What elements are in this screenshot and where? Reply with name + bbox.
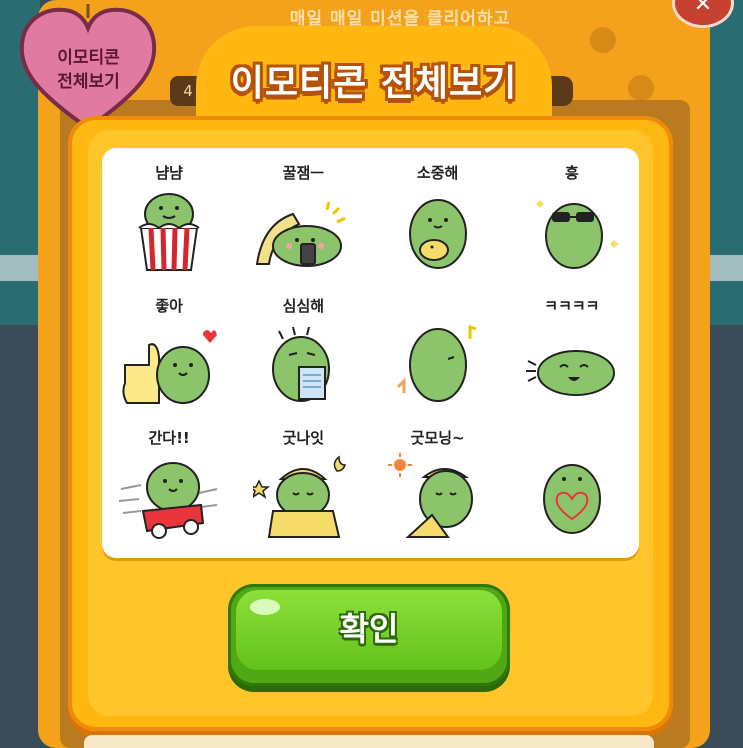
emoticon-sheet: 냠냠 꿀잼ㅡ 소중해 흥 좋아 심심해 ㅋㅋㅋㅋ 간다!! 굿나잇 굿모닝~	[102, 148, 639, 558]
frog-hug-duck-icon	[408, 199, 467, 269]
emoticon-item[interactable]	[505, 423, 639, 556]
emoticon-item[interactable]: 냠냠	[102, 158, 236, 291]
emoticon-label: 굿모닝~	[410, 429, 465, 448]
confirm-button[interactable]: 확인	[228, 584, 510, 686]
emoticon-label	[505, 429, 639, 447]
badge-label: 이모티콘 전체보기	[57, 48, 120, 92]
frog-back-dance-icon	[396, 324, 477, 402]
emoticon-item[interactable]: 굿모닝~	[371, 423, 505, 556]
confirm-button-label: 확인	[339, 610, 399, 648]
emoticon-label: 소중해	[416, 164, 459, 182]
emoticon-label: 굿나잇	[282, 429, 325, 448]
frog-sleep-icon	[253, 455, 347, 539]
emoticon-label: 꿀잼ㅡ	[282, 164, 325, 182]
background-right	[705, 0, 743, 748]
frog-wakeup-icon	[387, 453, 473, 539]
frog-car-icon	[119, 462, 218, 540]
emoticon-label	[371, 297, 505, 315]
emoticon-label: 간다!!	[148, 429, 190, 448]
frog-book-icon	[272, 326, 331, 402]
frog-laughing-icon	[525, 349, 615, 396]
frog-heart-icon	[542, 464, 601, 535]
emoticon-label: 냠냠	[155, 164, 183, 182]
modal-title: 이모티콘 전체보기	[230, 63, 518, 104]
emoticon-label: 좋아	[155, 296, 183, 315]
emoticon-item[interactable]: 좋아	[102, 291, 236, 424]
emoticon-item[interactable]: 굿나잇	[236, 423, 370, 556]
paw-icon: ●	[588, 18, 618, 58]
emoticon-label: 심심해	[282, 296, 325, 315]
emoticon-item[interactable]: 꿀잼ㅡ	[236, 158, 370, 291]
bottom-panel-edge	[84, 735, 654, 748]
emoticon-item[interactable]: 심심해	[236, 291, 370, 424]
emoticon-item[interactable]: 간다!!	[102, 423, 236, 556]
emoticon-label: ㅋㅋㅋㅋ	[544, 296, 600, 315]
emoticon-item[interactable]: 소중해	[371, 158, 505, 291]
frog-sunglasses-icon	[535, 200, 618, 269]
emoticon-label: 흥	[564, 164, 579, 182]
emoticon-grid: 냠냠 꿀잼ㅡ 소중해 흥 좋아 심심해 ㅋㅋㅋㅋ 간다!! 굿나잇 굿모닝~	[102, 158, 639, 556]
emoticon-badge[interactable]: 이모티콘 전체보기	[16, 0, 161, 132]
frog-popcorn-icon	[138, 193, 200, 271]
frog-thumbs-up-icon	[122, 329, 218, 404]
emoticon-item[interactable]	[371, 291, 505, 424]
emoticon-item[interactable]: 흥	[505, 158, 639, 291]
paw-icon: ●	[626, 66, 656, 106]
frog-phone-icon	[256, 201, 347, 267]
emoticon-item[interactable]: ㅋㅋㅋㅋ	[505, 291, 639, 424]
